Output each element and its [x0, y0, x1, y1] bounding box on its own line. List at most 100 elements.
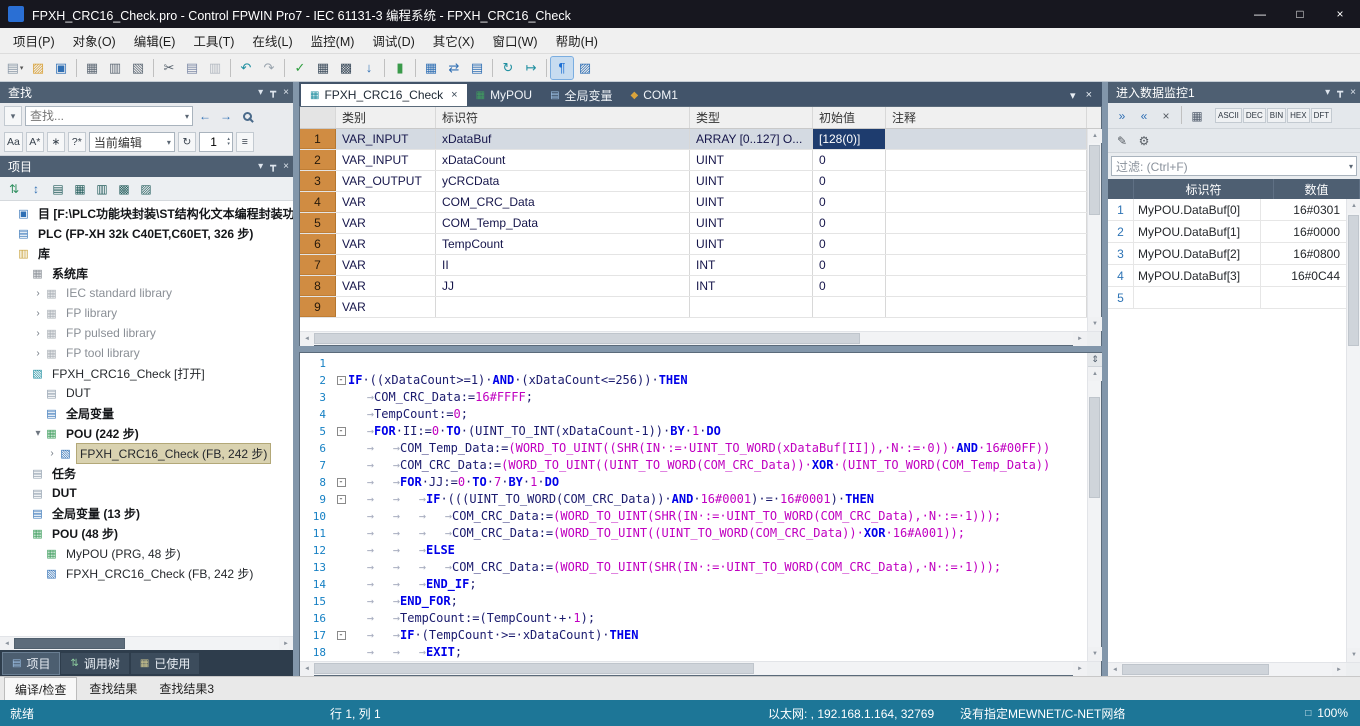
tree-item[interactable]: ▤全局变量 (13 步)	[0, 503, 293, 523]
tree-item[interactable]: ▧FPXH_CRC16_Check (FB, 242 步)	[0, 563, 293, 583]
run-button[interactable]: ↻	[497, 57, 519, 79]
search-history-button[interactable]: ▾	[4, 106, 22, 126]
format-ascii-button[interactable]: ASCII	[1215, 108, 1242, 123]
code-line[interactable]: 6→→COM_Temp_Data:=(WORD_TO_UINT((SHR(IN·…	[300, 440, 1087, 457]
collapsed-arrow-icon[interactable]: ›	[32, 308, 44, 319]
online-edit-button[interactable]: ▮	[389, 57, 411, 79]
tree-item[interactable]: ▦系统库	[0, 263, 293, 283]
var-cell-type[interactable]: UINT	[690, 192, 813, 212]
code-line[interactable]: 9-→→→IF·(((UINT_TO_WORD(COM_CRC_Data))·A…	[300, 491, 1087, 508]
document-tab[interactable]: ▦FPXH_CRC16_Check×	[301, 84, 467, 106]
document-tab[interactable]: ▦MyPOU	[467, 84, 541, 106]
code-lines[interactable]: 12-IF·((xDataCount>=1)·AND·(xDataCount<=…	[300, 353, 1087, 661]
var-cell-type[interactable]: UINT	[690, 213, 813, 233]
collapsed-arrow-icon[interactable]: ›	[32, 288, 44, 299]
cut-button[interactable]: ✂	[158, 57, 180, 79]
sort-order-button[interactable]: ⇅	[4, 179, 24, 199]
var-cell-cls[interactable]: VAR	[336, 276, 436, 296]
scroll-down-icon[interactable]: ▼	[1088, 317, 1102, 331]
close-panel-icon[interactable]: ×	[283, 161, 289, 172]
watch-row[interactable]: 4MyPOU.DataBuf[3]16#0C44	[1108, 265, 1346, 287]
watch-row[interactable]: 5	[1108, 287, 1346, 309]
var-cell-id[interactable]: yCRCData	[436, 171, 690, 191]
var-cell-comment[interactable]	[886, 297, 1087, 317]
format-dft-button[interactable]: DFT	[1311, 108, 1333, 123]
code-line[interactable]: 12→→→ELSE	[300, 542, 1087, 559]
search-refresh-button[interactable]: ↻	[178, 132, 196, 152]
var-cell-init[interactable]: 0	[813, 192, 886, 212]
wildcard-button[interactable]: ∗	[47, 132, 65, 152]
insert-watch-button[interactable]: «	[1134, 106, 1154, 126]
split-handle-icon[interactable]: ⇕	[1088, 353, 1102, 367]
scroll-left-icon[interactable]: ◄	[300, 332, 314, 346]
menu-item[interactable]: 调试(D)	[363, 27, 423, 54]
code-line[interactable]: 7→→COM_CRC_Data:=(WORD_TO_UINT((UINT_TO_…	[300, 457, 1087, 474]
code-line[interactable]: 4→TempCount:=0;	[300, 406, 1087, 423]
view-comments-button[interactable]: ▥	[92, 179, 112, 199]
scroll-right-icon[interactable]: ►	[1073, 662, 1087, 676]
tree-item[interactable]: ▤全局变量	[0, 403, 293, 423]
paste-button[interactable]: ▥	[204, 57, 226, 79]
output-tab[interactable]: 查找结果3	[149, 677, 224, 700]
scroll-right-icon[interactable]: ►	[279, 637, 293, 651]
var-cell-comment[interactable]	[886, 255, 1087, 275]
left-panel-tab[interactable]: ⇅调用树	[61, 653, 128, 674]
var-cell-init[interactable]: 0	[813, 213, 886, 233]
grid-view-button[interactable]: ▦	[1187, 106, 1207, 126]
view-devices-button[interactable]: ▤	[48, 179, 68, 199]
format-hex-button[interactable]: HEX	[1287, 108, 1309, 123]
document-tab[interactable]: ▤全局变量	[541, 84, 621, 106]
maximize-button[interactable]: □	[1280, 0, 1320, 28]
search-input[interactable]	[26, 109, 182, 123]
menu-item[interactable]: 在线(L)	[243, 27, 301, 54]
tree-item[interactable]: ›▦IEC standard library	[0, 283, 293, 303]
var-row[interactable]: 9VAR	[300, 297, 1087, 318]
menu-item[interactable]: 监控(M)	[302, 27, 364, 54]
compile-all-button[interactable]: ▩	[335, 57, 357, 79]
var-cell-cls[interactable]: VAR	[336, 192, 436, 212]
close-panel-icon[interactable]: ×	[1350, 87, 1356, 98]
print-button[interactable]: ▦	[81, 57, 103, 79]
var-row[interactable]: 1VAR_INPUTxDataBufARRAY [0..127] O...[12…	[300, 129, 1087, 150]
tree-item[interactable]: ›▧FPXH_CRC16_Check (FB, 242 步)	[0, 443, 293, 463]
scroll-left-icon[interactable]: ◄	[1108, 663, 1122, 677]
panel-menu-icon[interactable]: ▾	[258, 161, 263, 172]
code-hscrollbar[interactable]: ◄ ►	[300, 661, 1101, 675]
regex-button[interactable]: ?*	[68, 132, 86, 152]
var-cell-init[interactable]: 0	[813, 150, 886, 170]
code-line[interactable]: 10→→→→COM_CRC_Data:=(WORD_TO_UINT(SHR(IN…	[300, 508, 1087, 525]
var-row[interactable]: 4VARCOM_CRC_DataUINT0	[300, 192, 1087, 213]
scroll-down-icon[interactable]: ▼	[1347, 648, 1360, 662]
code-line[interactable]: 1	[300, 355, 1087, 372]
var-cell-init[interactable]: 0	[813, 255, 886, 275]
var-cell-cls[interactable]: VAR_INPUT	[336, 129, 436, 149]
pin-icon[interactable]: ┳	[270, 87, 276, 98]
verify-button[interactable]: ✓	[289, 57, 311, 79]
minimize-button[interactable]: —	[1240, 0, 1280, 28]
code-line[interactable]: 11→→→→COM_CRC_Data:=(WORD_TO_UINT((UINT_…	[300, 525, 1087, 542]
var-cell-cls[interactable]: VAR	[336, 255, 436, 275]
collapsed-arrow-icon[interactable]: ›	[32, 328, 44, 339]
document-tab[interactable]: ◆COM1	[622, 84, 687, 106]
var-cell-comment[interactable]	[886, 276, 1087, 296]
code-line[interactable]: 14→→→END_IF;	[300, 576, 1087, 593]
code-line[interactable]: 2-IF·((xDataCount>=1)·AND·(xDataCount<=2…	[300, 372, 1087, 389]
var-cell-id[interactable]	[436, 297, 690, 317]
copy-button[interactable]: ▤	[181, 57, 203, 79]
expanded-arrow-icon[interactable]: ▾	[32, 428, 44, 439]
watch-filter-select[interactable]: 过滤: (Ctrl+F) ▾	[1111, 156, 1357, 176]
tree-item[interactable]: ▤DUT	[0, 483, 293, 503]
var-cell-id[interactable]: JJ	[436, 276, 690, 296]
var-cell-cls[interactable]: VAR_OUTPUT	[336, 171, 436, 191]
scroll-down-icon[interactable]: ▼	[1088, 647, 1102, 661]
undo-button[interactable]: ↶	[235, 57, 257, 79]
var-cell-id[interactable]: xDataCount	[436, 150, 690, 170]
collapsed-arrow-icon[interactable]: ›	[46, 448, 58, 459]
scroll-up-icon[interactable]: ▲	[1088, 367, 1102, 381]
compile-button[interactable]: ▦	[312, 57, 334, 79]
delete-watch-button[interactable]: ×	[1156, 106, 1176, 126]
var-cell-comment[interactable]	[886, 234, 1087, 254]
match-word-button[interactable]: A*	[26, 132, 44, 152]
var-cell-cls[interactable]: VAR	[336, 297, 436, 317]
var-row[interactable]: 2VAR_INPUTxDataCountUINT0	[300, 150, 1087, 171]
